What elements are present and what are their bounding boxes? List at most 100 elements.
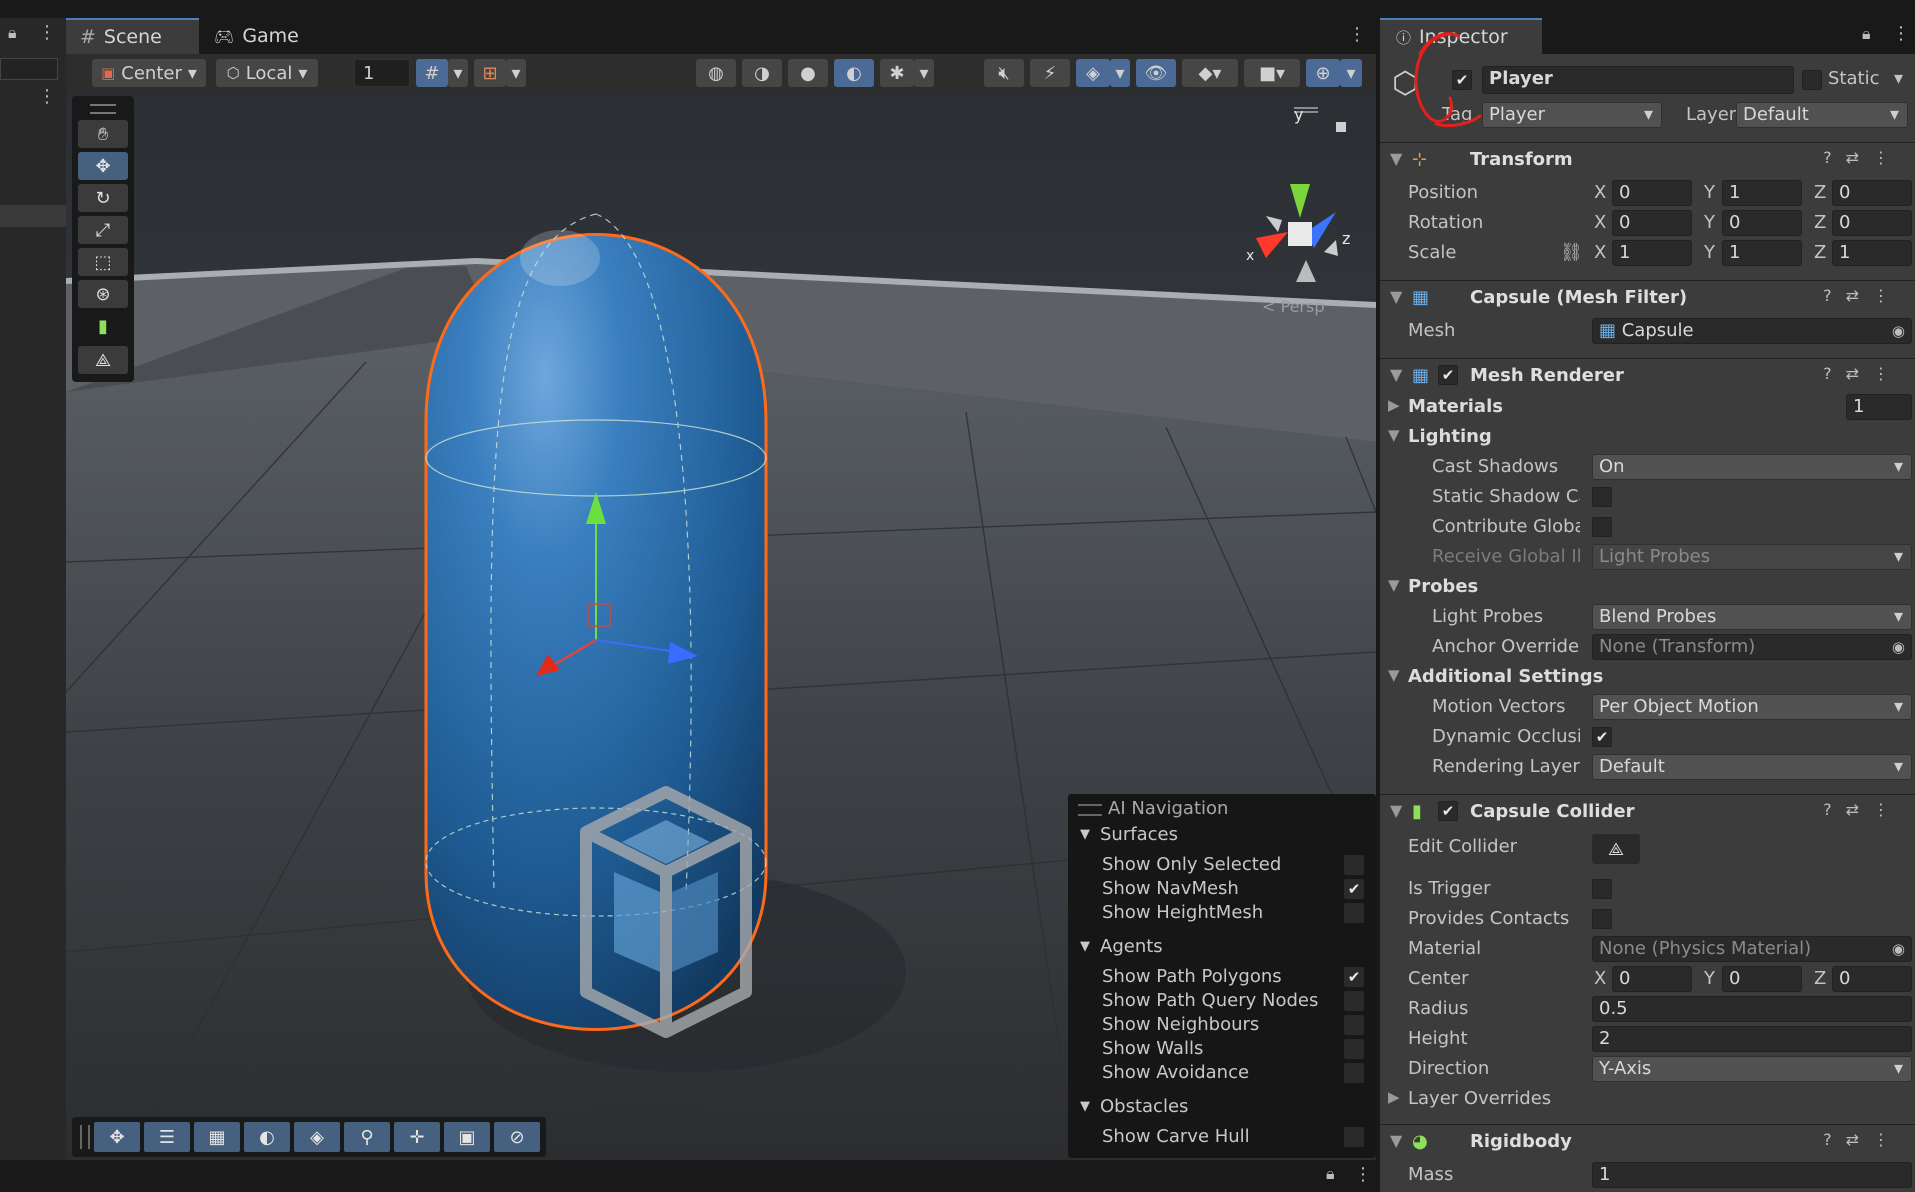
center-x-field[interactable]: 0 (1612, 966, 1692, 992)
camera-dropdown[interactable]: ■▾ (1244, 59, 1300, 87)
component-actions[interactable]: ?⇄⋮ (1823, 148, 1903, 167)
increment-snap-menu[interactable]: ▾ (506, 59, 526, 87)
rigidbody-header[interactable]: ▼ ◕ Rigidbody ?⇄⋮ (1380, 1124, 1915, 1159)
grid-button[interactable]: ▦ (194, 1122, 240, 1152)
gizmos-menu[interactable]: ▾ (1340, 59, 1362, 87)
show-only-selected-checkbox[interactable] (1344, 855, 1364, 875)
rotation-y-field[interactable]: 0 (1722, 210, 1802, 236)
gizmos-button[interactable]: ⊕ (1306, 59, 1340, 87)
camera-button[interactable]: ▣ (444, 1122, 490, 1152)
additional-settings-foldout[interactable]: ▼ Additional Settings (1380, 662, 1915, 692)
kebab-menu-icon[interactable]: ⋮ (38, 22, 56, 43)
pivot-mode-dropdown[interactable]: ▣ Center ▾ (92, 59, 206, 87)
overlays-menu[interactable]: ▾ (1110, 59, 1130, 87)
materials-row[interactable]: ▶ Materials 1 (1380, 392, 1915, 422)
transform-tool-button[interactable]: ⊛ (78, 280, 128, 308)
mesh-renderer-header[interactable]: ▼ ▦ ✔ Mesh Renderer ?⇄⋮ (1380, 358, 1915, 393)
anchor-override-field[interactable]: None (Transform) (1592, 634, 1912, 660)
debug-draw-button[interactable]: ✱ (880, 59, 914, 87)
component-actions[interactable]: ?⇄⋮ (1823, 1130, 1903, 1149)
position-z-field[interactable]: 0 (1832, 180, 1912, 206)
increment-snap-button[interactable]: ⊞ (474, 59, 506, 87)
position-y-field[interactable]: 1 (1722, 180, 1802, 206)
lock-icon[interactable]: 🔒︎ (1326, 1164, 1335, 1184)
kebab-menu-icon[interactable]: ⋮ (1354, 1164, 1372, 1185)
scale-x-field[interactable]: 1 (1612, 240, 1692, 266)
static-checkbox[interactable] (1802, 70, 1822, 90)
component-actions[interactable]: ?⇄⋮ (1823, 286, 1903, 305)
agents-foldout[interactable]: ▼ Agents (1080, 936, 1163, 957)
position-x-field[interactable]: 0 (1612, 180, 1692, 206)
draw-mode-wireframe[interactable]: ◍ (696, 59, 736, 87)
layer-overrides-foldout[interactable]: ▶ Layer Overrides (1380, 1084, 1915, 1114)
lock-icon[interactable]: 🔒︎ (1862, 24, 1871, 44)
rect-tool-button[interactable]: ⬚ (78, 248, 128, 276)
tab-scene[interactable]: # Scene (66, 18, 199, 54)
tab-game[interactable]: 🎮︎ Game (206, 18, 299, 54)
surfaces-foldout[interactable]: ▼ Surfaces (1080, 824, 1178, 845)
radius-field[interactable]: 0.5 (1592, 996, 1912, 1022)
layers-dropdown[interactable]: ◆▾ (1182, 59, 1238, 87)
sliders-button[interactable]: ☰ (144, 1122, 190, 1152)
drag-handle[interactable] (90, 104, 116, 114)
hand-tool-button[interactable]: ✋︎ (78, 120, 128, 148)
capsule-collider-header[interactable]: ▼ ▮ ✔ Capsule Collider ?⇄⋮ (1380, 794, 1915, 829)
direction-dropdown[interactable]: Y-Axis (1592, 1056, 1912, 1082)
effects-toggle[interactable]: ⚡︎ (1030, 59, 1070, 87)
height-field[interactable]: 2 (1592, 1026, 1912, 1052)
object-name-field[interactable]: Player (1482, 66, 1794, 94)
collider-tool-button[interactable]: ▮ (78, 312, 128, 340)
audio-toggle[interactable]: 🔇︎ (984, 59, 1024, 87)
drag-handle[interactable] (1078, 804, 1102, 816)
dynamic-occlusion-checkbox[interactable]: ✔ (1592, 727, 1612, 747)
grid-snap-button[interactable]: # (416, 59, 448, 87)
show-path-query-nodes-checkbox[interactable] (1344, 991, 1364, 1011)
grid-snap-menu[interactable]: ▾ (448, 59, 468, 87)
lighting-toggle[interactable]: ◐ (834, 59, 874, 87)
show-heightmesh-checkbox[interactable] (1344, 903, 1364, 923)
chevron-down-icon[interactable]: ▾ (1894, 68, 1903, 89)
component-actions[interactable]: ?⇄⋮ (1823, 364, 1903, 383)
kebab-menu-icon[interactable]: ⋮ (38, 86, 56, 107)
rotation-z-field[interactable]: 0 (1832, 210, 1912, 236)
physics-material-field[interactable]: None (Physics Material) (1592, 936, 1912, 962)
scale-tool-button[interactable]: ⤢ (78, 216, 128, 244)
provides-contacts-checkbox[interactable] (1592, 909, 1612, 929)
kebab-menu-icon[interactable]: ⋮ (1348, 24, 1366, 45)
kebab-menu-icon[interactable]: ⋮ (1892, 23, 1910, 44)
mesh-renderer-enabled-checkbox[interactable]: ✔ (1438, 365, 1458, 385)
obstacles-foldout[interactable]: ▼ Obstacles (1080, 1096, 1188, 1117)
show-walls-checkbox[interactable] (1344, 1039, 1364, 1059)
contribute-gi-checkbox[interactable] (1592, 517, 1612, 537)
edit-collider-tool-button[interactable]: ⟁ (78, 346, 128, 374)
edit-collider-button[interactable]: ⟁ (1592, 834, 1640, 864)
mass-field[interactable]: 1 (1592, 1162, 1912, 1188)
show-navmesh-checkbox[interactable]: ✔ (1344, 879, 1364, 899)
mesh-object-field[interactable]: ▦ Capsule (1592, 318, 1912, 344)
debug-draw-menu[interactable]: ▾ (914, 59, 934, 87)
scene-visibility-toggle[interactable]: 👁︎ (1136, 59, 1176, 87)
lighting-button[interactable]: ◐ (244, 1122, 290, 1152)
show-avoidance-checkbox[interactable] (1344, 1063, 1364, 1083)
persp-label[interactable]: < Persp (1262, 297, 1325, 316)
hierarchy-search-field[interactable] (0, 58, 58, 80)
scale-z-field[interactable]: 1 (1832, 240, 1912, 266)
tool-settings-button[interactable]: ✥ (94, 1122, 140, 1152)
grid-increment-field[interactable]: 1 (354, 59, 410, 87)
rendering-layer-dropdown[interactable]: Default (1592, 754, 1912, 780)
center-y-field[interactable]: 0 (1722, 966, 1802, 992)
hierarchy-selected-row[interactable] (0, 205, 66, 227)
cast-shadows-dropdown[interactable]: On (1592, 454, 1912, 480)
drag-handle[interactable] (80, 1125, 90, 1149)
lock-icon[interactable] (1336, 122, 1346, 132)
materials-count-field[interactable]: 1 (1846, 394, 1912, 420)
mesh-filter-header[interactable]: ▼ ▦ Capsule (Mesh Filter) ?⇄⋮ (1380, 280, 1915, 315)
rotation-x-field[interactable]: 0 (1612, 210, 1692, 236)
show-carve-hull-checkbox[interactable] (1344, 1127, 1364, 1147)
snap-button[interactable]: ✛ (394, 1122, 440, 1152)
overlays-button[interactable]: ◈ (1076, 59, 1110, 87)
lighting-foldout[interactable]: ▼ Lighting (1380, 422, 1915, 452)
layer-dropdown[interactable]: Default (1736, 102, 1908, 128)
draw-mode-shaded-wireframe[interactable]: ◑ (742, 59, 782, 87)
center-z-field[interactable]: 0 (1832, 966, 1912, 992)
